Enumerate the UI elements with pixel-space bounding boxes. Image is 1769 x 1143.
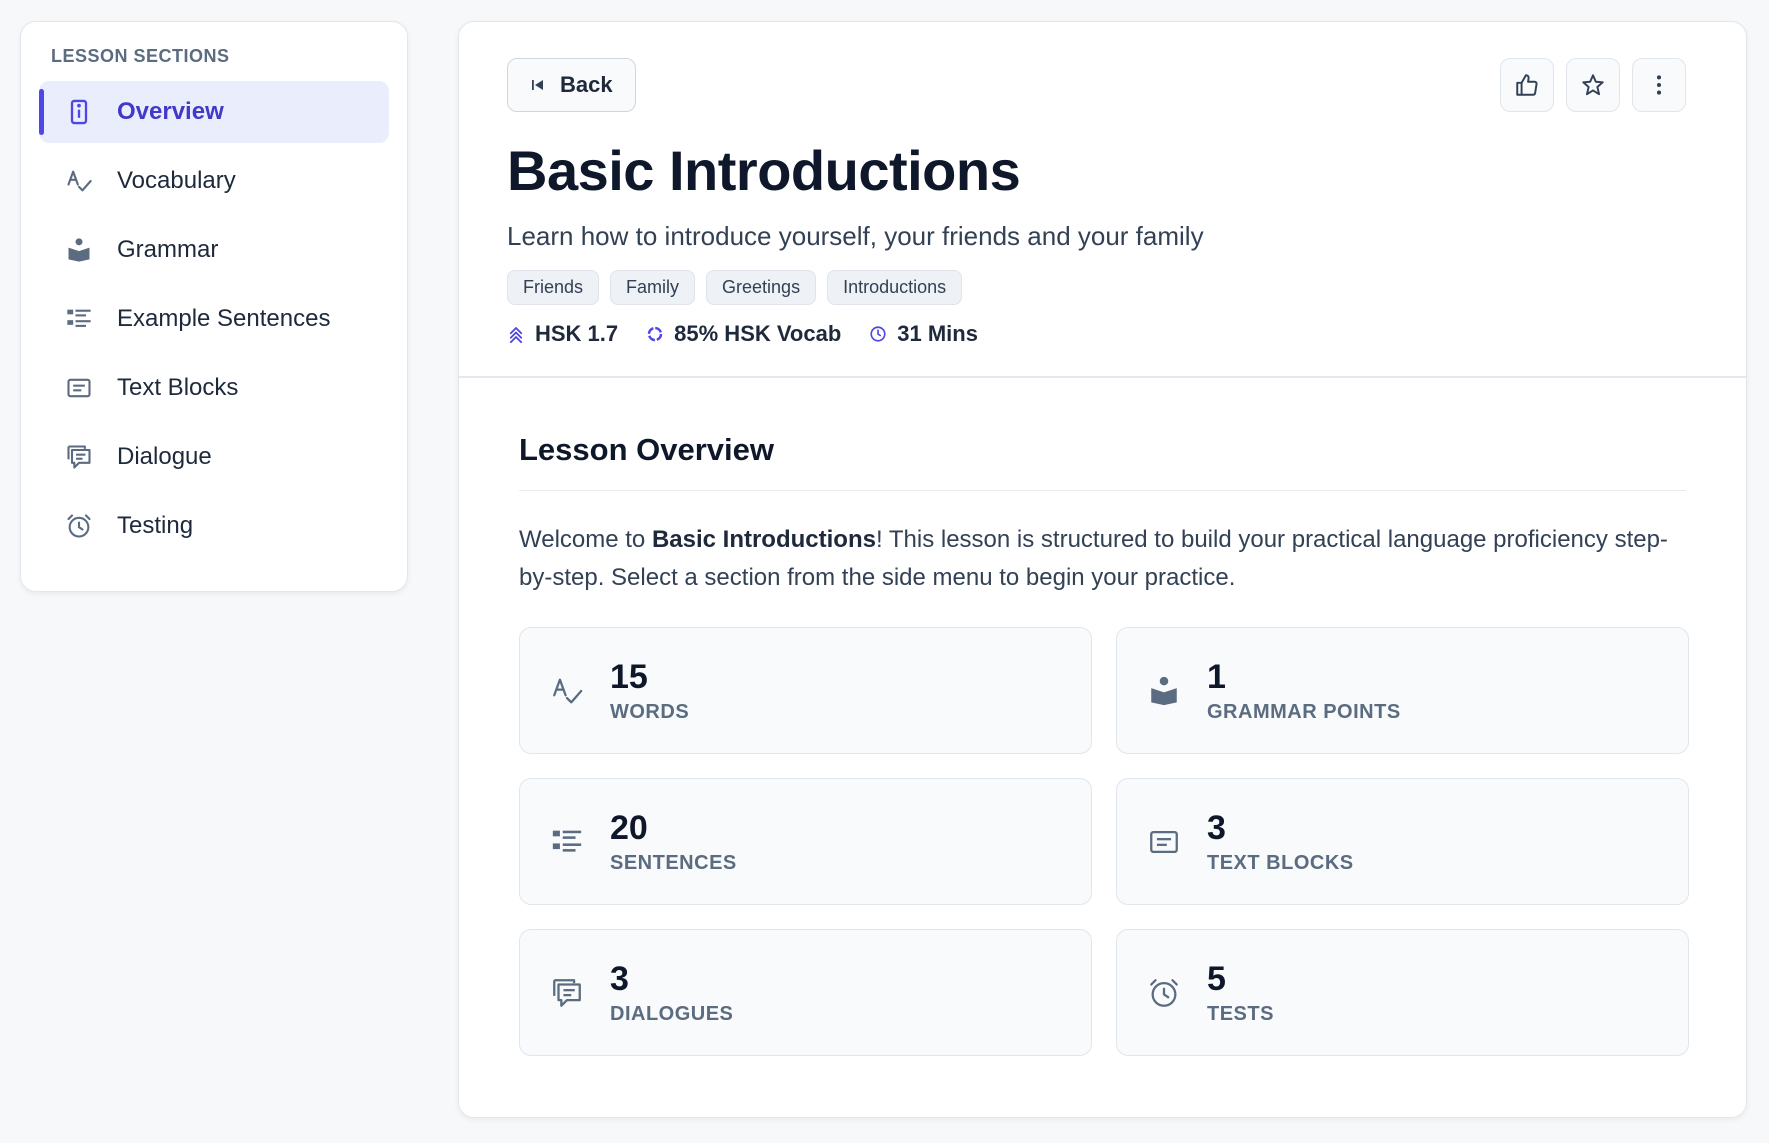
- stat-label: TESTS: [1207, 1003, 1274, 1025]
- sidebar-item-vocabulary[interactable]: Vocabulary: [39, 150, 389, 212]
- stat-label: SENTENCES: [610, 852, 737, 874]
- sidebar-item-label: Text Blocks: [117, 374, 239, 401]
- section-title: Lesson Overview: [519, 432, 1686, 491]
- lesson-duration: 31 Mins: [869, 321, 978, 347]
- stat-card-sentences[interactable]: 20 SENTENCES: [519, 778, 1092, 905]
- skip-back-icon: [532, 80, 543, 90]
- stat-value: 20: [610, 809, 648, 847]
- lesson-sections-sidebar: LESSON SECTIONS Overview Vocabulary Gram…: [20, 21, 408, 592]
- sidebar-item-overview[interactable]: Overview: [39, 81, 389, 143]
- stat-card-text-blocks[interactable]: 3 TEXT BLOCKS: [1116, 778, 1689, 905]
- text-block-icon: [65, 374, 93, 402]
- progress-ring-icon: [647, 326, 663, 342]
- stat-label: GRAMMAR POINTS: [1207, 701, 1401, 723]
- tag-greetings: Greetings: [706, 270, 817, 305]
- chevrons-up-icon: [509, 327, 523, 343]
- lesson-meta: HSK 1.7 85% HSK Vocab 31 Mins: [507, 321, 1686, 347]
- more-options-button[interactable]: [1632, 58, 1686, 112]
- lesson-title: Basic Introductions: [507, 139, 1021, 202]
- hsk-level: HSK 1.7: [507, 321, 618, 347]
- lesson-overview-section: Lesson Overview Welcome to Basic Introdu…: [459, 378, 1746, 1056]
- stat-value: 3: [1207, 809, 1226, 847]
- list-icon: [65, 305, 93, 333]
- reading-icon: [1147, 674, 1181, 708]
- back-button[interactable]: Back: [507, 58, 636, 112]
- stat-label: TEXT BLOCKS: [1207, 852, 1354, 874]
- vocab-coverage: 85% HSK Vocab: [646, 321, 841, 347]
- stat-card-words[interactable]: 15 WORDS: [519, 627, 1092, 754]
- stat-card-dialogues[interactable]: 3 DIALOGUES: [519, 929, 1092, 1056]
- stat-card-grammar-points[interactable]: 1 GRAMMAR POINTS: [1116, 627, 1689, 754]
- stat-value: 15: [610, 658, 648, 696]
- sidebar-heading: LESSON SECTIONS: [51, 46, 230, 66]
- reading-icon: [65, 236, 93, 264]
- stat-value: 5: [1207, 960, 1226, 998]
- sidebar-item-grammar[interactable]: Grammar: [39, 219, 389, 281]
- chat-icon: [65, 443, 93, 471]
- info-icon: [65, 98, 93, 126]
- sidebar-item-label: Example Sentences: [117, 305, 331, 332]
- sidebar-item-testing[interactable]: Testing: [39, 495, 389, 557]
- stat-label: WORDS: [610, 701, 690, 723]
- list-icon: [550, 825, 584, 859]
- sidebar-item-example-sentences[interactable]: Example Sentences: [39, 288, 389, 350]
- alarm-icon: [65, 512, 93, 540]
- alarm-icon: [1147, 976, 1181, 1010]
- lesson-main-panel: Back Basic Introductions Learn how to in…: [458, 21, 1747, 1118]
- tag-family: Family: [610, 270, 696, 305]
- stat-value: 3: [610, 960, 629, 998]
- lesson-tags: Friends Family Greetings Introductions: [507, 270, 1686, 305]
- sidebar-item-label: Vocabulary: [117, 167, 236, 194]
- sidebar-item-label: Grammar: [117, 236, 219, 263]
- sidebar-item-dialogue[interactable]: Dialogue: [39, 426, 389, 488]
- header-actions: [1500, 58, 1686, 112]
- sidebar-item-label: Dialogue: [117, 443, 212, 470]
- more-vertical-icon: [1656, 75, 1662, 95]
- text-block-icon: [1147, 825, 1181, 859]
- stat-value: 1: [1207, 658, 1226, 696]
- sidebar-item-label: Overview: [117, 98, 224, 125]
- tag-friends: Friends: [507, 270, 600, 305]
- lesson-header: Back Basic Introductions Learn how to in…: [459, 22, 1746, 378]
- sidebar-item-label: Testing: [117, 512, 194, 539]
- back-label: Back: [560, 72, 613, 97]
- tag-introductions: Introductions: [827, 270, 963, 305]
- thumbs-up-icon: [1516, 74, 1538, 96]
- overview-intro: Welcome to Basic Introductions! This les…: [519, 526, 1668, 591]
- spellcheck-icon: [65, 167, 93, 195]
- favorite-button[interactable]: [1566, 58, 1620, 112]
- lesson-stats-grid: 15 WORDS 1 GRAMMAR POINTS 20 SENTENCES 3…: [519, 627, 1689, 1056]
- like-button[interactable]: [1500, 58, 1554, 112]
- star-icon: [1582, 74, 1604, 96]
- sidebar-item-text-blocks[interactable]: Text Blocks: [39, 357, 389, 419]
- spellcheck-icon: [550, 674, 584, 708]
- chat-icon: [550, 976, 584, 1010]
- clock-icon: [870, 326, 886, 342]
- intro-lesson-name: Basic Introductions: [651, 526, 876, 553]
- stat-card-tests[interactable]: 5 TESTS: [1116, 929, 1689, 1056]
- stat-label: DIALOGUES: [610, 1003, 734, 1025]
- lesson-subtitle: Learn how to introduce yourself, your fr…: [507, 221, 1204, 251]
